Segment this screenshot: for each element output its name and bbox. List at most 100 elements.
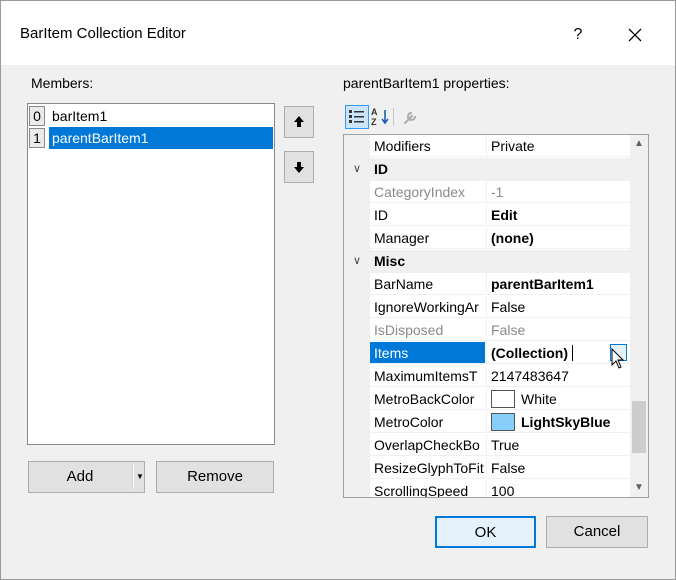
toolbar-separator (393, 108, 394, 126)
window-title: BarItem Collection Editor (20, 25, 186, 42)
property-row[interactable]: Modifiers Private (344, 135, 630, 158)
property-value[interactable]: 2147483647 (486, 365, 630, 387)
row-margin (344, 204, 370, 227)
property-row[interactable]: Manager (none) (344, 227, 630, 250)
sort-az-icon: A Z (371, 107, 389, 127)
property-value[interactable]: False (486, 457, 630, 479)
arrow-up-icon (294, 116, 304, 127)
property-name: Modifiers (370, 135, 485, 157)
alphabetical-button[interactable]: A Z (369, 105, 393, 129)
property-value[interactable]: -1 (486, 181, 630, 203)
property-value[interactable]: (Collection) (486, 342, 630, 364)
categorized-button[interactable] (345, 105, 369, 129)
remove-button[interactable]: Remove (156, 461, 274, 493)
scroll-up-icon[interactable]: ▲ (630, 135, 648, 153)
row-margin (344, 388, 370, 411)
property-value[interactable]: parentBarItem1 (486, 273, 630, 295)
row-margin (344, 365, 370, 388)
row-margin (344, 434, 370, 457)
property-name: BarName (370, 273, 485, 295)
property-row[interactable]: IgnoreWorkingAr False (344, 296, 630, 319)
text-caret (572, 345, 573, 361)
property-value[interactable]: White (486, 388, 630, 410)
move-down-button[interactable] (284, 151, 314, 183)
property-row[interactable]: BarName parentBarItem1 (344, 273, 630, 296)
mouse-cursor-icon (611, 348, 625, 369)
property-name: MetroBackColor (370, 388, 485, 410)
property-name: MaximumItemsT (370, 365, 485, 387)
dropdown-arrow-icon[interactable]: ▼ (135, 462, 145, 492)
property-name: IgnoreWorkingAr (370, 296, 485, 318)
property-row[interactable]: MaximumItemsT 2147483647 (344, 365, 630, 388)
property-name: OverlapCheckBo (370, 434, 485, 456)
cancel-button[interactable]: Cancel (546, 516, 648, 548)
categorized-icon (349, 110, 364, 123)
property-value[interactable]: (none) (486, 227, 630, 249)
property-row[interactable]: MetroColor LightSkyBlue (344, 411, 630, 434)
property-name: Manager (370, 227, 485, 249)
arrow-down-icon (294, 162, 304, 173)
property-name: ID (370, 204, 485, 226)
collapse-chevron-icon[interactable]: ∨ (350, 158, 364, 181)
member-name: barItem1 (52, 108, 108, 124)
row-margin (344, 273, 370, 296)
color-name: White (521, 391, 557, 407)
row-margin (344, 227, 370, 250)
list-item[interactable]: 1 parentBarItem1 (29, 127, 273, 149)
help-button[interactable]: ? (566, 23, 590, 47)
property-row[interactable]: CategoryIndex -1 (344, 181, 630, 204)
category-name: Misc (374, 253, 406, 269)
property-row[interactable]: OverlapCheckBo True (344, 434, 630, 457)
property-row[interactable]: IsDisposed False (344, 319, 630, 342)
scrollbar-thumb[interactable] (632, 401, 646, 453)
title-bar: BarItem Collection Editor ? (1, 1, 675, 65)
svg-text:Z: Z (371, 117, 377, 127)
color-name: LightSkyBlue (521, 414, 611, 430)
category-name: ID (374, 161, 388, 177)
property-value[interactable]: LightSkyBlue (486, 411, 630, 433)
row-margin (344, 319, 370, 342)
row-margin (344, 296, 370, 319)
property-name: ResizeGlyphToFit (370, 457, 485, 479)
svg-text:A: A (371, 107, 378, 117)
list-item[interactable]: 0 barItem1 (29, 105, 273, 127)
property-pages-button[interactable] (399, 105, 423, 129)
vertical-scrollbar[interactable]: ▲ ▼ (630, 135, 648, 497)
property-name: Items (370, 342, 485, 364)
property-value[interactable]: Private (486, 135, 630, 157)
property-row[interactable]: ResizeGlyphToFit False (344, 457, 630, 480)
row-margin (344, 181, 370, 204)
property-value[interactable]: 100 (486, 480, 630, 497)
property-category[interactable]: ∨ Misc (344, 250, 630, 273)
split-divider (132, 465, 134, 489)
property-grid[interactable]: Modifiers Private ∨ ID CategoryIndex -1 ID Edit… (343, 134, 649, 498)
row-margin (344, 480, 370, 497)
property-name: IsDisposed (370, 319, 485, 341)
member-name: parentBarItem1 (49, 127, 273, 149)
property-value[interactable]: False (486, 296, 630, 318)
member-index: 0 (29, 106, 45, 126)
scroll-down-icon[interactable]: ▼ (630, 479, 648, 497)
row-margin (344, 457, 370, 480)
close-icon (628, 28, 642, 42)
property-value[interactable]: True (486, 434, 630, 456)
move-up-button[interactable] (284, 106, 314, 138)
collapse-chevron-icon[interactable]: ∨ (350, 250, 364, 273)
property-row[interactable]: ID Edit (344, 204, 630, 227)
property-value[interactable]: False (486, 319, 630, 341)
close-button[interactable] (621, 21, 649, 49)
property-row[interactable]: MetroBackColor White (344, 388, 630, 411)
property-value[interactable]: Edit (486, 204, 630, 226)
property-row[interactable]: Items (Collection) (344, 342, 630, 365)
property-category[interactable]: ∨ ID (344, 158, 630, 181)
add-button-label: Add (66, 468, 94, 485)
color-swatch (491, 390, 515, 408)
property-row[interactable]: ScrollingSpeed 100 (344, 480, 630, 497)
add-button[interactable]: Add ▼ (28, 461, 145, 493)
property-name: ScrollingSpeed (370, 480, 485, 497)
row-margin (344, 135, 370, 158)
row-margin (344, 411, 370, 434)
members-list[interactable]: 0 barItem1 1 parentBarItem1 (27, 103, 275, 445)
ok-button[interactable]: OK (435, 516, 536, 548)
properties-label: parentBarItem1 properties: (343, 75, 510, 91)
